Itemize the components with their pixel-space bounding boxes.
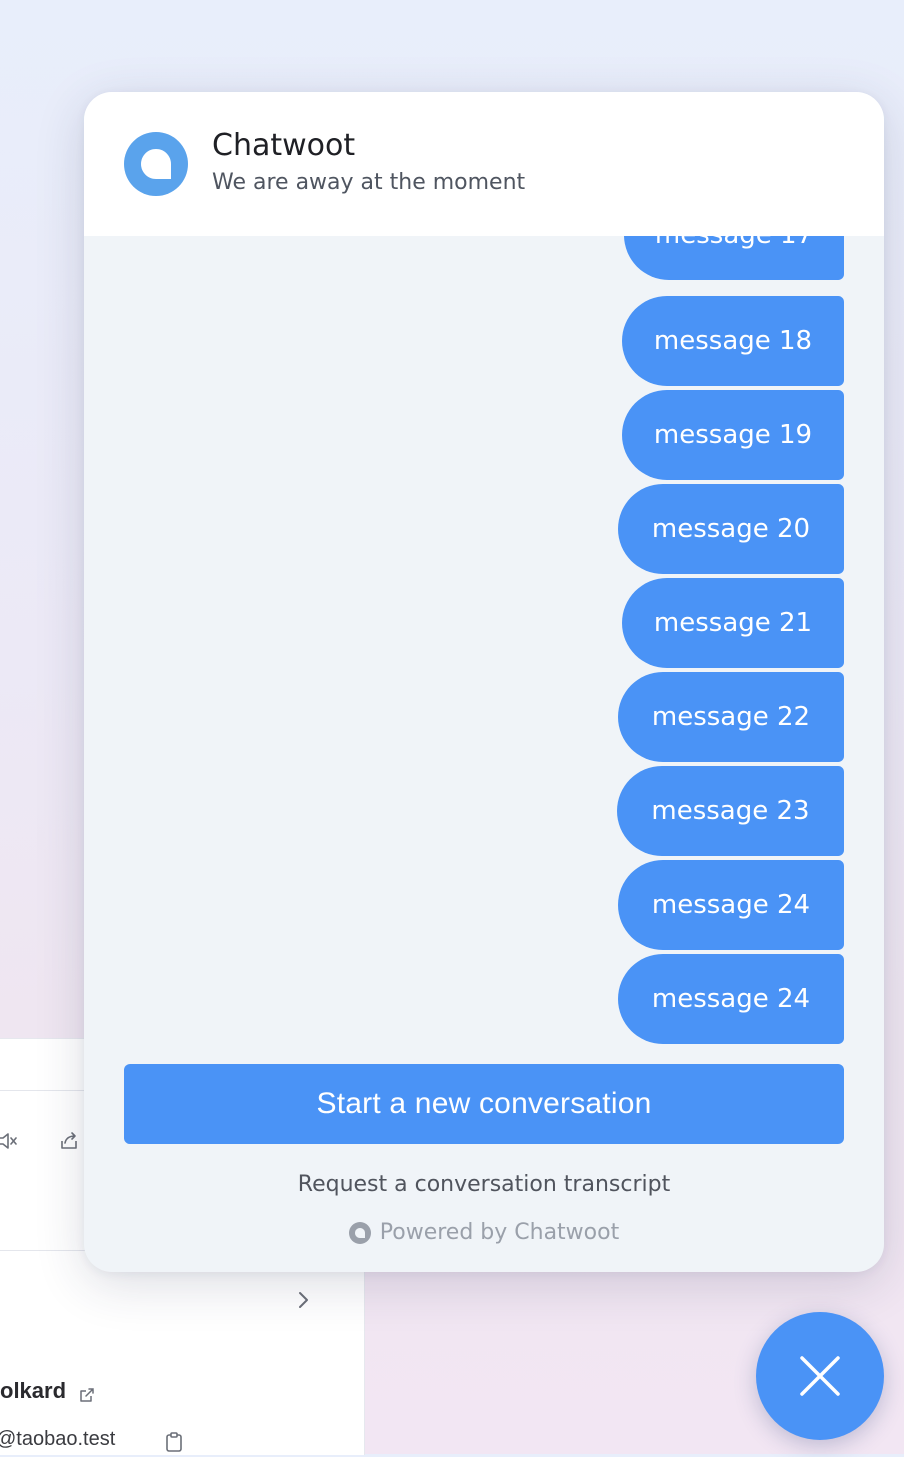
- message-bubble: message 20: [618, 484, 844, 574]
- message-bubble: message 23: [617, 766, 844, 856]
- clipboard-icon[interactable]: [164, 1431, 184, 1457]
- widget-close-launcher-button[interactable]: [756, 1312, 884, 1440]
- message-bubble: message 19: [622, 390, 844, 480]
- widget-status-text: We are away at the moment: [212, 170, 526, 195]
- chevron-right-icon[interactable]: [292, 1288, 314, 1312]
- message-bubble: message 21: [622, 578, 844, 668]
- external-link-icon[interactable]: [78, 1386, 96, 1408]
- powered-by-text: Powered by Chatwoot: [379, 1220, 620, 1245]
- chat-widget: Chatwoot We are away at the moment messa…: [84, 92, 884, 1272]
- message-bubble: message 22: [618, 672, 844, 762]
- widget-title: Chatwoot: [212, 128, 356, 163]
- mute-icon[interactable]: [0, 1130, 18, 1152]
- message-bubble: message 24: [618, 954, 844, 1044]
- chatwoot-logo-icon: [124, 132, 188, 196]
- contact-email: @taobao.test: [0, 1428, 116, 1450]
- request-transcript-link[interactable]: Request a conversation transcript: [84, 1172, 884, 1197]
- chatwoot-mini-logo-icon: [348, 1221, 371, 1244]
- contact-name[interactable]: olkard: [0, 1378, 66, 1404]
- close-icon: [800, 1356, 840, 1396]
- message-list[interactable]: message 17 message 18 message 19 message…: [84, 236, 884, 1044]
- widget-header: Chatwoot We are away at the moment: [84, 92, 884, 236]
- start-new-conversation-button[interactable]: Start a new conversation: [124, 1064, 844, 1144]
- message-bubble: message 24: [618, 860, 844, 950]
- share-icon[interactable]: [58, 1130, 80, 1152]
- powered-by-branding[interactable]: Powered by Chatwoot: [84, 1220, 884, 1245]
- message-bubble: message 17: [624, 236, 844, 280]
- message-bubble: message 18: [622, 296, 844, 386]
